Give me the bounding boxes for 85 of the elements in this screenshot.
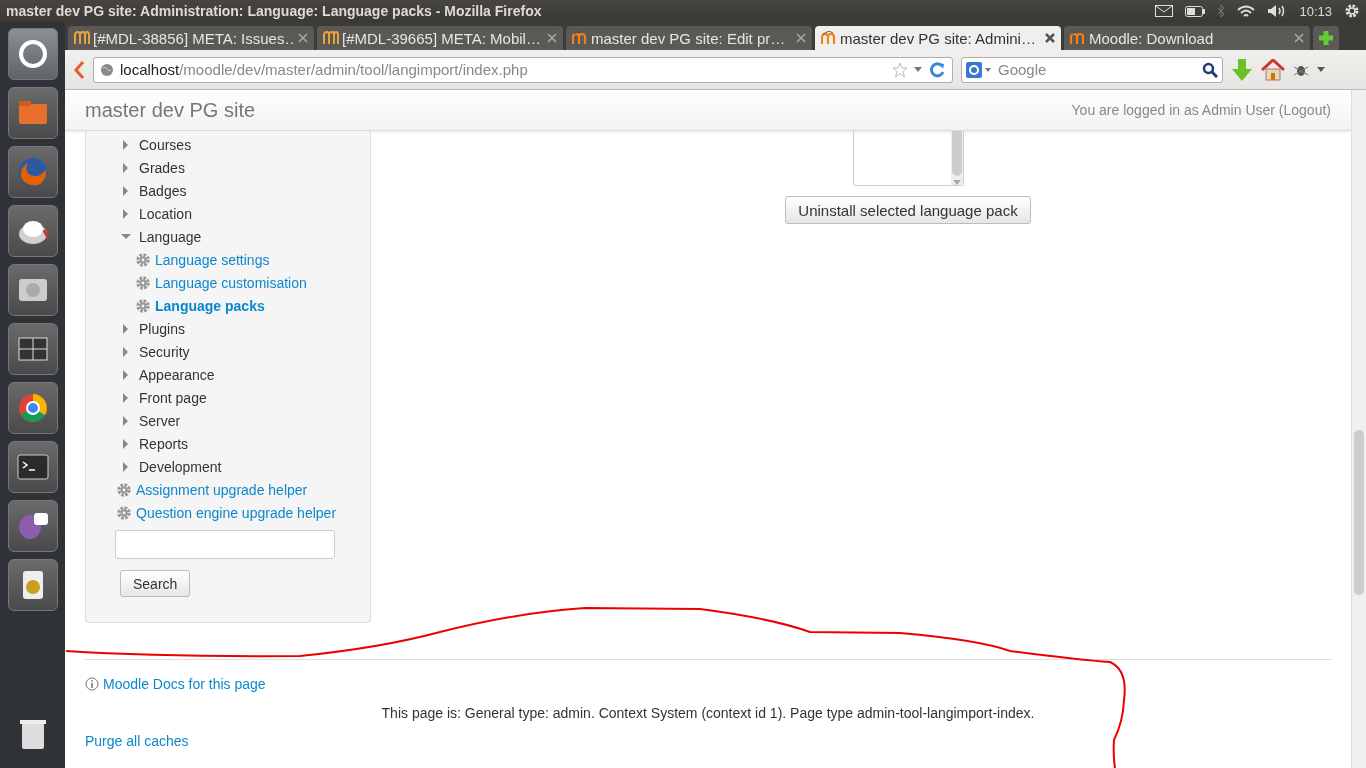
launcher-button[interactable] [7,559,58,611]
close-icon[interactable] [796,33,806,43]
browser-tab[interactable]: [#MDL-39665] META: Mobil… [317,26,563,50]
expanded-triangle-icon [121,231,131,242]
tree-item[interactable]: Language [115,225,337,248]
tree-item[interactable]: Location [115,202,337,225]
tree-link[interactable]: Question engine upgrade helper [115,501,337,524]
browser-tab[interactable]: master dev PG site: Edit pr… [566,26,812,50]
clock[interactable]: 10:13 [1299,3,1332,19]
tree-item[interactable]: Plugins [115,317,337,340]
plus-icon [1318,30,1334,46]
tree-item[interactable]: Badges [115,179,337,202]
gear-icon [117,505,131,520]
tree-item[interactable]: Courses [115,133,337,156]
moodle-logo-icon [821,31,837,45]
reload-icon[interactable] [928,60,946,79]
battery-icon[interactable] [1185,5,1206,17]
tree-item[interactable]: Front page [115,386,337,409]
tree-link[interactable]: Language customisation [115,271,337,294]
collapsed-triangle-icon [121,323,131,334]
tree-item[interactable]: Server [115,409,337,432]
docs-link[interactable]: Moodle Docs for this page [103,676,266,692]
window-title: master dev PG site: Administration: Language: Language packs - Mozilla Firefox [6,3,542,19]
dropdown-caret-icon[interactable] [914,67,922,72]
tracker-logo-icon [323,31,339,45]
purge-caches-link[interactable]: Purge all caches [85,733,189,749]
tree-item[interactable]: Grades [115,156,337,179]
tree-link[interactable]: Language settings [115,248,337,271]
address-bar[interactable]: localhost/moodle/dev/master/admin/tool/langimport/index.php [93,56,953,83]
collapsed-triangle-icon [121,369,131,380]
close-icon[interactable] [298,33,308,43]
page-info-text: This page is: General type: admin. Context System (context id 1). Page type admin-tool-langimport-index. [381,705,1035,721]
collapsed-triangle-icon [121,415,131,426]
mail-icon[interactable] [1155,5,1174,17]
tree-item[interactable]: Development [115,455,337,478]
tree-link[interactable]: Language packs [115,294,337,317]
bluetooth-icon[interactable] [1217,4,1226,18]
gear-icon [136,298,150,313]
search-button[interactable]: Search [120,570,191,597]
uninstall-button[interactable]: Uninstall selected language pack [785,196,1031,224]
gear-icon [117,482,131,497]
tree-item[interactable]: Appearance [115,363,337,386]
browser-tab[interactable]: [#MDL-38856] META: Issues… [68,26,314,50]
launcher-button[interactable] [7,28,58,80]
gear-icon [136,252,150,267]
url-text: localhost/moodle/dev/master/admin/tool/langimport/index.php [120,61,529,78]
close-icon[interactable] [547,33,557,43]
menu-caret-icon[interactable] [1317,67,1325,72]
search-icon[interactable] [1202,61,1218,78]
collapsed-triangle-icon [121,346,131,357]
launcher-button[interactable] [7,500,58,552]
tree-link[interactable]: Assignment upgrade helper [115,478,337,501]
launcher-button[interactable] [7,382,58,434]
search-bar[interactable]: Google [961,56,1223,83]
new-tab-button[interactable] [1313,26,1339,50]
collapsed-triangle-icon [121,438,131,449]
moodle-logo-icon [1070,31,1086,45]
close-icon[interactable] [1045,33,1055,43]
search-engine-logo-icon[interactable] [966,61,992,78]
launcher-button[interactable] [7,205,58,257]
tree-item[interactable]: Security [115,340,337,363]
collapsed-triangle-icon [121,162,131,173]
browser-tab[interactable]: master dev PG site: Admini… [815,26,1061,50]
collapsed-triangle-icon [121,139,131,150]
star-icon[interactable] [892,61,908,78]
site-name[interactable]: master dev PG site [85,98,256,122]
login-info: You are logged in as Admin User (Logout) [1071,102,1331,118]
info-icon [85,677,99,691]
home-icon[interactable] [1261,58,1285,81]
tree-item[interactable]: Reports [115,432,337,455]
search-input[interactable] [115,530,335,559]
trash-icon [17,717,48,751]
scrollbar[interactable] [1351,90,1366,768]
moodle-logo-icon [572,31,588,45]
power-gear-icon[interactable] [1344,3,1360,19]
tracker-logo-icon [74,31,90,45]
collapsed-triangle-icon [121,208,131,219]
browser-tab[interactable]: Moodle: Download [1064,26,1310,50]
gear-icon [136,275,150,290]
close-icon[interactable] [1294,33,1304,43]
launcher-button[interactable] [7,264,58,316]
wifi-icon[interactable] [1237,4,1256,18]
collapsed-triangle-icon [121,185,131,196]
collapsed-triangle-icon [121,392,131,403]
collapsed-triangle-icon [121,461,131,472]
